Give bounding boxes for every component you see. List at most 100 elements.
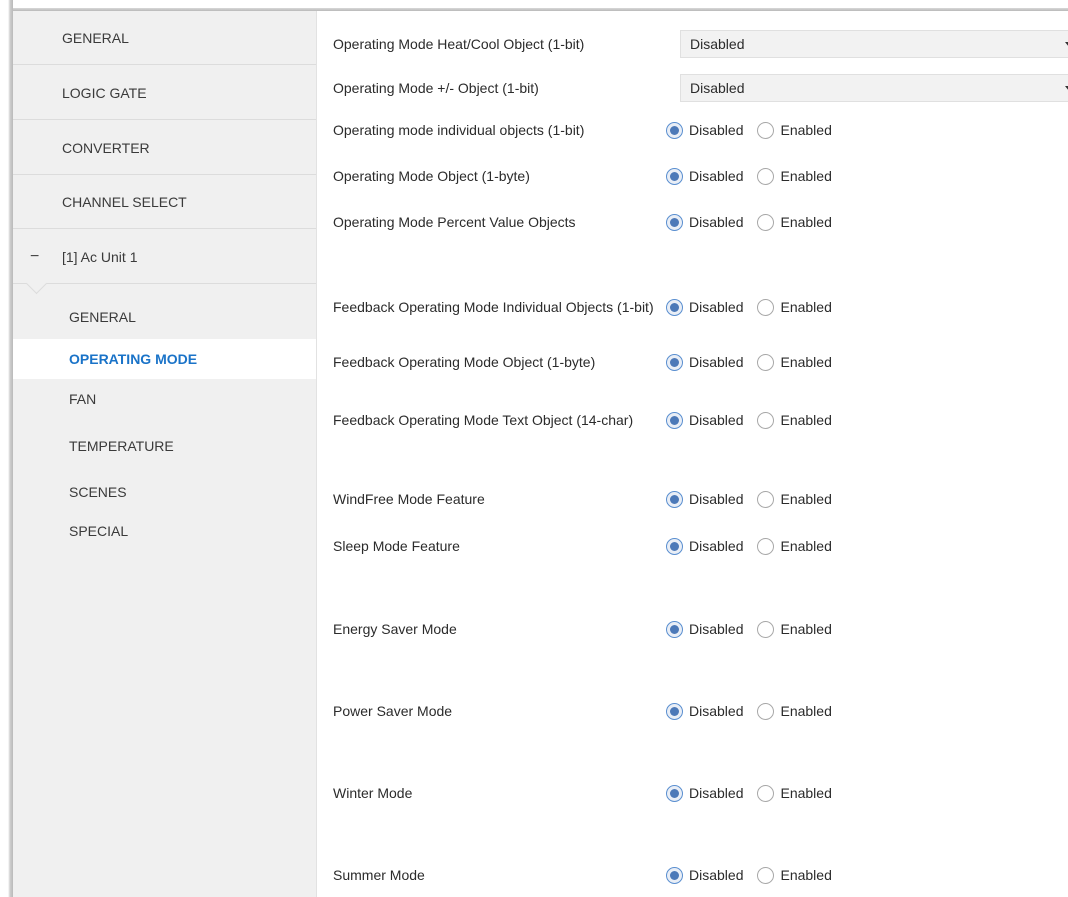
radio-disabled[interactable]: Disabled <box>666 784 743 802</box>
sidebar-item-converter[interactable]: CONVERTER <box>13 121 317 175</box>
radio-disabled[interactable]: Disabled <box>666 620 744 638</box>
setting-row: Feedback Operating Mode Object (1-byte) D… <box>333 351 1063 373</box>
radio-disabled[interactable]: Disabled <box>666 298 744 316</box>
radio-disabled[interactable]: Disabled <box>666 121 743 139</box>
radio-enabled[interactable]: Enabled <box>757 167 832 185</box>
radio-label: Enabled <box>780 214 832 230</box>
radio-enabled[interactable]: Enabled <box>757 298 832 316</box>
setting-row: Summer Mode Disabled Enabled <box>333 864 1063 886</box>
radio-button-icon[interactable] <box>666 213 683 231</box>
radio-button-icon[interactable] <box>757 411 775 429</box>
radio-button-icon[interactable] <box>666 784 683 802</box>
radio-label: Disabled <box>689 621 744 637</box>
radio-button-icon[interactable] <box>666 490 683 508</box>
radio-label: Disabled <box>689 299 744 315</box>
radio-label: Enabled <box>780 703 832 719</box>
radio-group: Disabled Enabled <box>666 537 846 555</box>
radio-button-icon[interactable] <box>757 866 775 884</box>
radio-button-icon[interactable] <box>757 121 775 139</box>
radio-button-icon[interactable] <box>666 866 683 884</box>
setting-label: Power Saver Mode <box>333 703 453 719</box>
settings-panel: Operating Mode Heat/Cool Object (1-bit) … <box>318 11 1068 897</box>
radio-enabled[interactable]: Enabled <box>757 411 832 429</box>
radio-button-icon[interactable] <box>757 537 775 555</box>
setting-row: Sleep Mode Feature Disabled Enabled <box>333 535 1063 557</box>
sidebar-subitem-operating-mode[interactable]: OPERATING MODE <box>13 339 317 379</box>
radio-label: Enabled <box>780 299 832 315</box>
heat-cool-object-select[interactable]: Disabled <box>680 30 1068 58</box>
radio-button-icon[interactable] <box>666 298 683 316</box>
setting-row: Operating Mode Heat/Cool Object (1-bit) … <box>333 30 1068 58</box>
select-value: Disabled <box>690 36 745 52</box>
radio-enabled[interactable]: Enabled <box>757 866 832 884</box>
radio-button-icon[interactable] <box>666 702 683 720</box>
radio-disabled[interactable]: Disabled <box>666 213 743 231</box>
radio-disabled[interactable]: Disabled <box>666 702 744 720</box>
sidebar-item-general[interactable]: GENERAL <box>13 11 317 65</box>
sidebar-item-channel-select[interactable]: CHANNEL SELECT <box>13 175 317 229</box>
radio-disabled[interactable]: Disabled <box>666 411 743 429</box>
setting-label: Summer Mode <box>333 867 425 883</box>
radio-button-icon[interactable] <box>757 490 775 508</box>
radio-button-icon[interactable] <box>757 784 775 802</box>
radio-label: Enabled <box>780 491 832 507</box>
radio-button-icon[interactable] <box>666 121 683 139</box>
sidebar-group-ac-unit-1[interactable]: − [1] Ac Unit 1 <box>13 230 317 284</box>
sidebar-subitem-general[interactable]: GENERAL <box>13 297 317 337</box>
radio-button-icon[interactable] <box>757 353 775 371</box>
sidebar-item-logic-gate[interactable]: LOGIC GATE <box>13 66 317 120</box>
radio-button-icon[interactable] <box>666 537 683 555</box>
sidebar-subitem-temperature[interactable]: TEMPERATURE <box>13 426 317 466</box>
setting-label: Winter Mode <box>333 785 413 801</box>
radio-button-icon[interactable] <box>757 702 775 720</box>
sidebar-item-label: LOGIC GATE <box>62 84 147 101</box>
radio-enabled[interactable]: Enabled <box>757 784 832 802</box>
radio-button-icon[interactable] <box>666 167 683 185</box>
setting-label: Energy Saver Mode <box>333 621 457 637</box>
setting-row: Winter Mode Disabled Enabled <box>333 782 1063 804</box>
radio-button-icon[interactable] <box>666 620 683 638</box>
radio-enabled[interactable]: Enabled <box>757 213 832 231</box>
radio-button-icon[interactable] <box>666 353 683 371</box>
sidebar-item-label: TEMPERATURE <box>69 438 174 454</box>
sidebar-item-label: SCENES <box>69 484 127 500</box>
radio-disabled[interactable]: Disabled <box>666 537 743 555</box>
plus-minus-object-select[interactable]: Disabled <box>680 74 1068 102</box>
setting-label: Feedback Operating Mode Object (1-byte) <box>333 354 596 370</box>
radio-group: Disabled Enabled <box>666 620 846 638</box>
radio-button-icon[interactable] <box>757 620 775 638</box>
radio-group: Disabled Enabled <box>666 702 846 720</box>
sidebar-subitem-fan[interactable]: FAN <box>13 379 317 419</box>
radio-label: Disabled <box>689 354 744 370</box>
setting-row: Power Saver Mode Disabled Enabled <box>333 700 1063 722</box>
radio-enabled[interactable]: Enabled <box>757 537 832 555</box>
radio-enabled[interactable]: Enabled <box>757 620 832 638</box>
sidebar-subitem-special[interactable]: SPECIAL <box>13 511 317 551</box>
radio-label: Disabled <box>689 703 744 719</box>
radio-disabled[interactable]: Disabled <box>666 167 743 185</box>
setting-row: Feedback Operating Mode Text Object (14-… <box>333 400 1063 440</box>
radio-button-icon[interactable] <box>666 411 683 429</box>
radio-disabled[interactable]: Disabled <box>666 353 744 371</box>
radio-button-icon[interactable] <box>757 167 775 185</box>
sidebar-subitem-scenes[interactable]: SCENES <box>13 472 317 512</box>
window-left-edge <box>0 0 13 897</box>
radio-disabled[interactable]: Disabled <box>666 866 743 884</box>
radio-group: Disabled Enabled <box>666 866 846 884</box>
setting-row: Operating Mode Object (1-byte) Disabled En… <box>333 165 1063 187</box>
radio-button-icon[interactable] <box>757 213 775 231</box>
radio-button-icon[interactable] <box>757 298 775 316</box>
radio-enabled[interactable]: Enabled <box>757 490 832 508</box>
radio-disabled[interactable]: Disabled <box>666 490 743 508</box>
radio-label: Enabled <box>780 412 832 428</box>
sidebar: GENERAL LOGIC GATE CONVERTER CHANNEL SEL… <box>13 11 317 897</box>
radio-enabled[interactable]: Enabled <box>757 353 832 371</box>
setting-label: Feedback Operating Mode Individual Objec… <box>333 299 654 315</box>
sidebar-item-label: FAN <box>69 391 97 407</box>
setting-row: Energy Saver Mode Disabled Enabled <box>333 618 1063 640</box>
radio-enabled[interactable]: Enabled <box>757 702 832 720</box>
setting-row: Operating mode individual objects (1-bit… <box>333 119 1063 141</box>
collapse-icon[interactable]: − <box>30 248 62 266</box>
radio-enabled[interactable]: Enabled <box>757 121 832 139</box>
setting-label: Operating Mode Object (1-byte) <box>333 168 530 184</box>
